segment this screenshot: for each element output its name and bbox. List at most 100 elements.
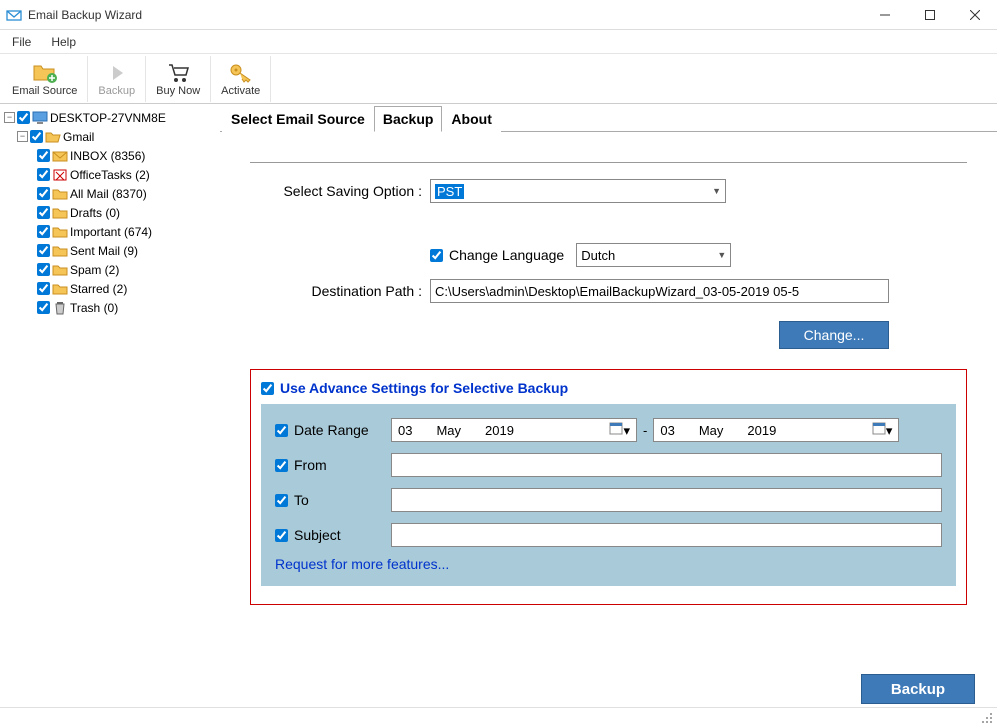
to-label: To (294, 492, 309, 508)
tree-folder-label: All Mail (8370) (70, 187, 147, 201)
toolbar-activate[interactable]: Activate (211, 56, 271, 102)
collapse-icon[interactable]: − (17, 131, 28, 142)
tree-folder-checkbox[interactable] (37, 187, 50, 200)
tree-folder[interactable]: Spam (2) (4, 260, 216, 279)
date-range-checkbox[interactable] (275, 424, 288, 437)
request-features-link[interactable]: Request for more features... (275, 556, 942, 572)
window-controls (862, 0, 997, 29)
tree-folder-checkbox[interactable] (37, 225, 50, 238)
tree-folder-label: Trash (0) (70, 301, 118, 315)
date-from-year: 2019 (485, 423, 514, 438)
menubar: File Help (0, 30, 997, 54)
row-destination: Destination Path : (250, 279, 967, 303)
app-icon (6, 7, 22, 23)
toolbar-email-source[interactable]: Email Source (2, 56, 88, 102)
change-language-checkbox[interactable] (430, 249, 443, 262)
folder-icon (52, 205, 68, 221)
date-to-month: May (699, 423, 724, 438)
tree-folder-label: Starred (2) (70, 282, 127, 296)
folder-icon (52, 300, 68, 316)
maximize-button[interactable] (907, 0, 952, 29)
subject-input[interactable] (391, 523, 942, 547)
to-input[interactable] (391, 488, 942, 512)
tab-select-email-source[interactable]: Select Email Source (222, 106, 374, 132)
saving-option-select[interactable]: PST ▼ (430, 179, 726, 203)
folder-add-icon (32, 61, 58, 85)
tree-folder[interactable]: Drafts (0) (4, 203, 216, 222)
saving-option-value: PST (435, 184, 464, 199)
date-to-picker[interactable]: 03 May 2019 ▾ (653, 418, 899, 442)
tree-account-label: Gmail (63, 130, 94, 144)
folder-icon (52, 262, 68, 278)
tree-folder[interactable]: OfficeTasks (2) (4, 165, 216, 184)
folder-icon (52, 167, 68, 183)
tree-folder-checkbox[interactable] (37, 206, 50, 219)
subject-checkbox[interactable] (275, 529, 288, 542)
destination-path-input[interactable] (430, 279, 889, 303)
date-to-day: 03 (660, 423, 674, 438)
tree-folder[interactable]: Trash (0) (4, 298, 216, 317)
tree-folder-checkbox[interactable] (37, 244, 50, 257)
tree-folder[interactable]: All Mail (8370) (4, 184, 216, 203)
to-checkbox[interactable] (275, 494, 288, 507)
tree-folder[interactable]: INBOX (8356) (4, 146, 216, 165)
subject-label: Subject (294, 527, 341, 543)
minimize-button[interactable] (862, 0, 907, 29)
calendar-icon: ▾ (872, 421, 893, 439)
tree-folder-checkbox[interactable] (37, 282, 50, 295)
titlebar: Email Backup Wizard (0, 0, 997, 30)
tree-folder-label: OfficeTasks (2) (70, 168, 150, 182)
toolbar-buy-now[interactable]: Buy Now (146, 56, 211, 102)
menu-help[interactable]: Help (51, 35, 76, 49)
divider (250, 162, 967, 163)
advance-settings-checkbox[interactable] (261, 382, 274, 395)
folder-icon (52, 148, 68, 164)
tree-folder-label: Drafts (0) (70, 206, 120, 220)
tree-account-checkbox[interactable] (30, 130, 43, 143)
folder-icon (52, 281, 68, 297)
tab-backup[interactable]: Backup (374, 106, 443, 132)
resize-grip-icon[interactable] (981, 712, 993, 724)
tree-folder[interactable]: Sent Mail (9) (4, 241, 216, 260)
statusbar (0, 707, 997, 727)
menu-file[interactable]: File (12, 35, 31, 49)
date-to-year: 2019 (747, 423, 776, 438)
row-to: To (275, 486, 942, 514)
date-range-separator: - (643, 423, 647, 438)
from-input[interactable] (391, 453, 942, 477)
destination-label: Destination Path : (250, 283, 430, 299)
tree-folder-label: Sent Mail (9) (70, 244, 138, 258)
change-button[interactable]: Change... (779, 321, 889, 349)
tree-account[interactable]: − Gmail (4, 127, 216, 146)
tree-folder[interactable]: Important (674) (4, 222, 216, 241)
saving-option-label: Select Saving Option : (250, 183, 430, 199)
tree-folder[interactable]: Starred (2) (4, 279, 216, 298)
tree-folder-checkbox[interactable] (37, 168, 50, 181)
row-date-range: Date Range 03 May 2019 ▾ - (275, 416, 942, 444)
row-saving-option: Select Saving Option : PST ▼ (250, 179, 967, 203)
main-area: − DESKTOP-27VNM8E − Gmail INBOX (8356) Of… (0, 104, 997, 707)
tree-folder-checkbox[interactable] (37, 263, 50, 276)
window-title: Email Backup Wizard (28, 8, 862, 22)
date-from-picker[interactable]: 03 May 2019 ▾ (391, 418, 637, 442)
tree-folder-checkbox[interactable] (37, 149, 50, 162)
tree-root[interactable]: − DESKTOP-27VNM8E (4, 108, 216, 127)
tree-folder-checkbox[interactable] (37, 301, 50, 314)
tabs: Select Email Source Backup About (220, 106, 997, 132)
tab-about[interactable]: About (442, 106, 500, 132)
backup-button[interactable]: Backup (861, 674, 975, 704)
toolbar-backup[interactable]: Backup (88, 56, 146, 102)
language-select[interactable]: Dutch ▼ (576, 243, 731, 267)
row-from: From (275, 451, 942, 479)
advance-settings-panel: Date Range 03 May 2019 ▾ - (261, 404, 956, 586)
tree-folder-label: Spam (2) (70, 263, 119, 277)
advance-settings-box: Use Advance Settings for Selective Backu… (250, 369, 967, 605)
close-button[interactable] (952, 0, 997, 29)
collapse-icon[interactable]: − (4, 112, 15, 123)
from-checkbox[interactable] (275, 459, 288, 472)
tree-root-checkbox[interactable] (17, 111, 30, 124)
folder-icon (52, 186, 68, 202)
tree-folder-label: INBOX (8356) (70, 149, 145, 163)
toolbar-activate-label: Activate (221, 85, 260, 97)
toolbar-email-source-label: Email Source (12, 85, 77, 97)
